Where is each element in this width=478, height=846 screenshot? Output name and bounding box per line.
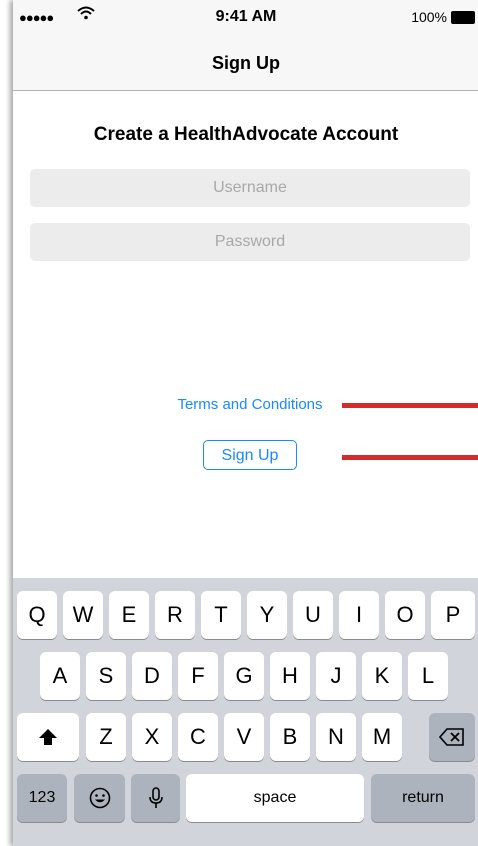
key-y[interactable]: Y [247, 591, 287, 639]
key-b[interactable]: B [270, 713, 310, 761]
key-x[interactable]: X [132, 713, 172, 761]
navigation-bar: Sign Up [13, 40, 478, 91]
key-n[interactable]: N [316, 713, 356, 761]
username-field[interactable] [30, 169, 470, 207]
backspace-key[interactable] [429, 713, 475, 761]
key-g[interactable]: G [224, 652, 264, 700]
backspace-icon [439, 728, 464, 746]
keyboard: Q W E R T Y U I O P A S D F G H J K L Z … [13, 578, 478, 846]
space-key[interactable]: space [186, 774, 364, 822]
key-f[interactable]: F [178, 652, 218, 700]
key-w[interactable]: W [63, 591, 103, 639]
key-h[interactable]: H [270, 652, 310, 700]
microphone-icon [148, 787, 163, 808]
key-q[interactable]: Q [17, 591, 57, 639]
shift-key[interactable] [17, 713, 79, 761]
emoji-key[interactable] [74, 774, 125, 822]
key-c[interactable]: C [178, 713, 218, 761]
key-t[interactable]: T [201, 591, 241, 639]
emoji-icon [89, 787, 110, 809]
battery-icon [451, 11, 475, 24]
key-j[interactable]: J [316, 652, 356, 700]
annotation-line-signup [342, 455, 478, 460]
key-d[interactable]: D [132, 652, 172, 700]
key-r[interactable]: R [155, 591, 195, 639]
key-z[interactable]: Z [86, 713, 126, 761]
key-m[interactable]: M [362, 713, 402, 761]
key-i[interactable]: I [339, 591, 379, 639]
phone-screen: ●●●●● 9:41 AM 100% Sign Up Create a Heal… [13, 0, 478, 846]
return-key[interactable]: return [371, 774, 475, 822]
key-u[interactable]: U [293, 591, 333, 639]
key-s[interactable]: S [86, 652, 126, 700]
annotation-line-terms [342, 403, 478, 408]
key-l[interactable]: L [408, 652, 448, 700]
key-k[interactable]: K [362, 652, 402, 700]
form-heading: Create a HealthAdvocate Account [93, 124, 399, 145]
key-p[interactable]: P [431, 591, 475, 639]
shift-icon [39, 729, 57, 745]
battery-percentage: 100% [411, 9, 447, 25]
password-field[interactable] [30, 223, 470, 261]
status-time: 9:41 AM [215, 8, 277, 25]
key-a[interactable]: A [40, 652, 80, 700]
key-v[interactable]: V [224, 713, 264, 761]
page-title: Sign Up [212, 53, 280, 73]
microphone-key[interactable] [131, 774, 180, 822]
key-o[interactable]: O [385, 591, 425, 639]
numbers-key[interactable]: 123 [17, 774, 67, 822]
key-e[interactable]: E [109, 591, 149, 639]
status-bar: ●●●●● 9:41 AM 100% [13, 0, 478, 40]
sign-up-button[interactable]: Sign Up [203, 440, 297, 470]
